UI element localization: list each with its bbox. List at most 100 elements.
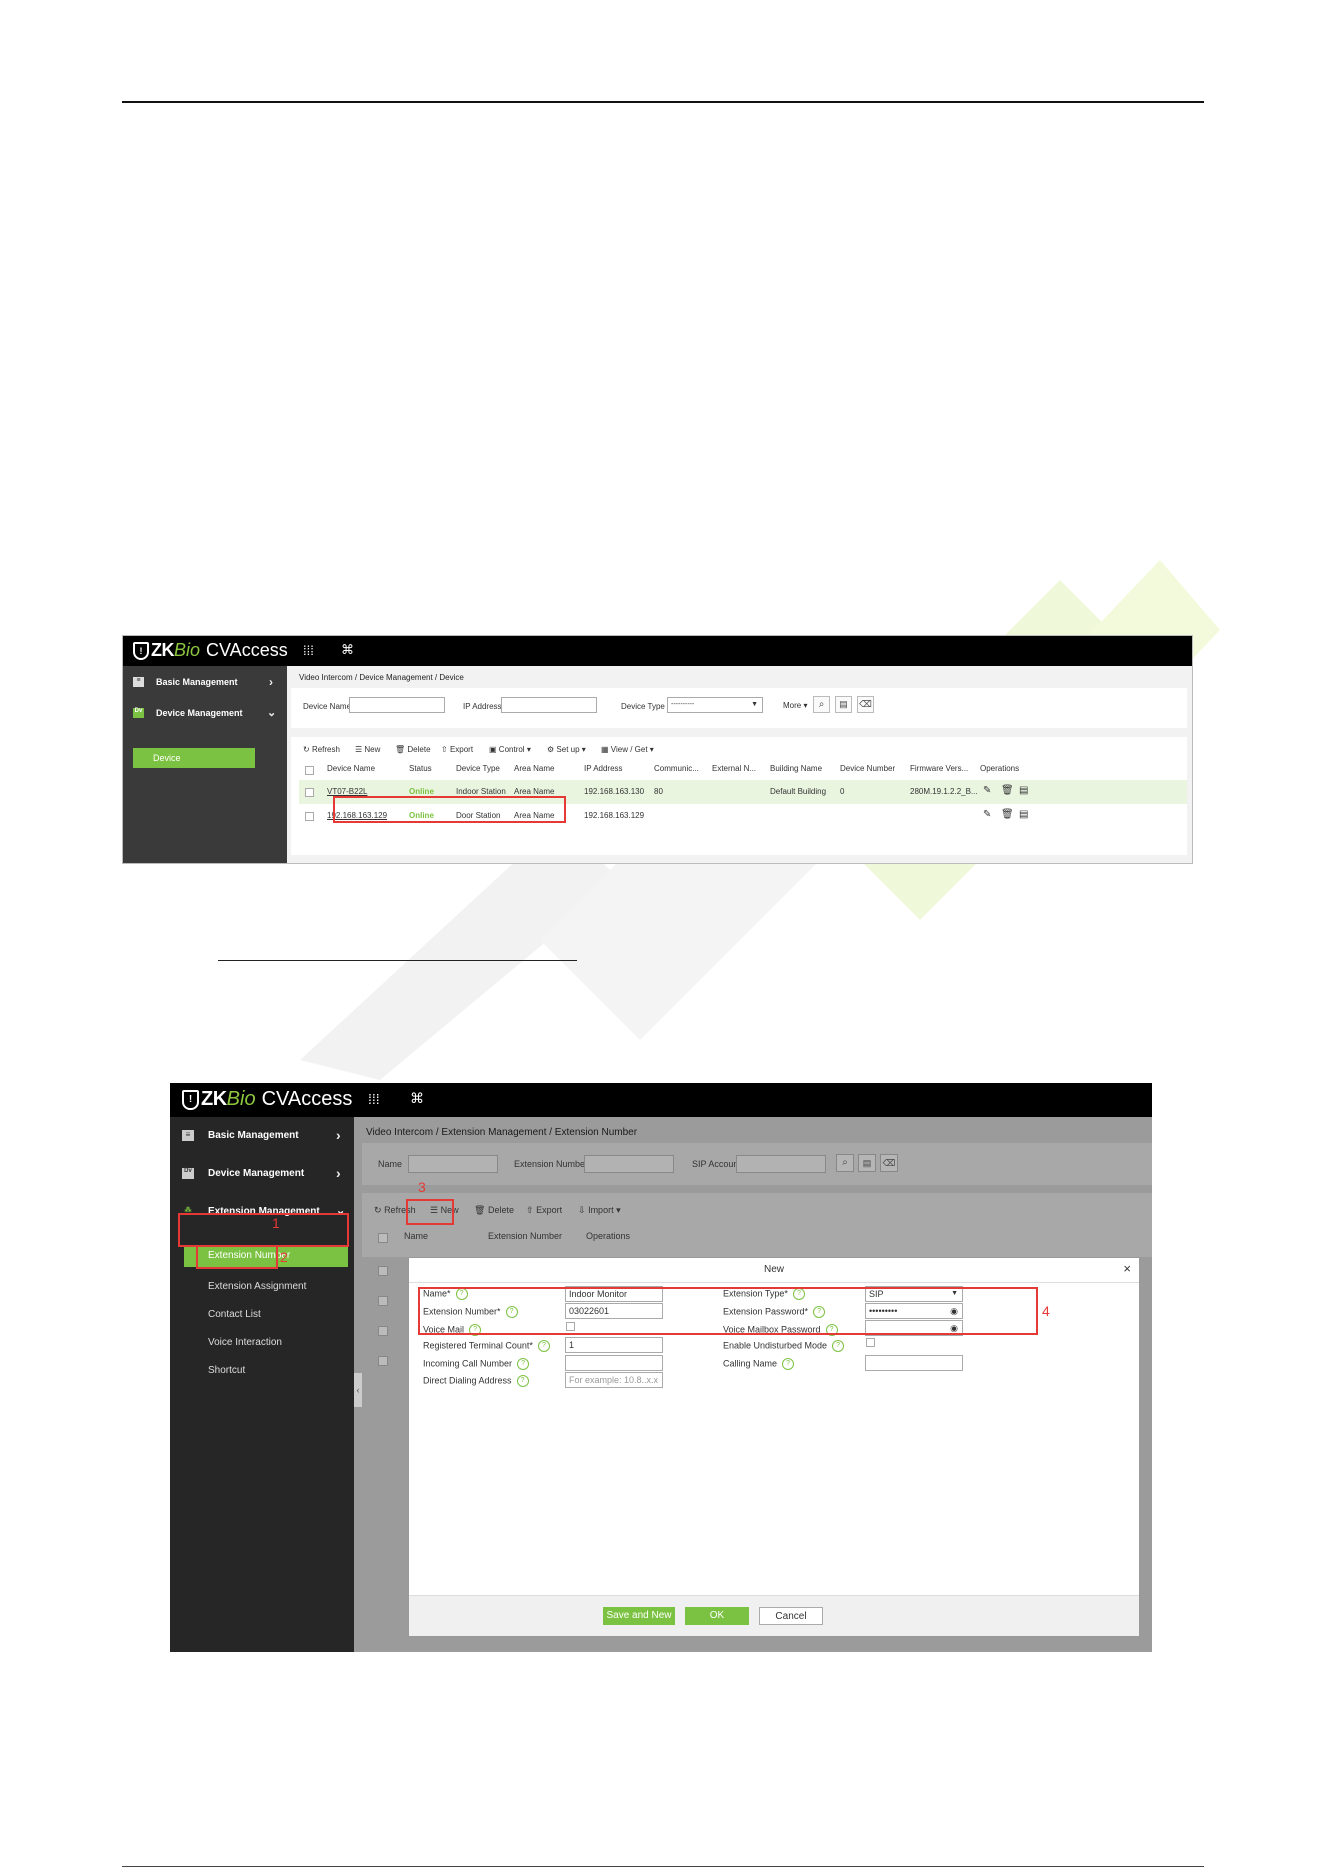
search-button[interactable]: ⌕ [836, 1154, 854, 1172]
help-icon[interactable]: ? [505, 1306, 518, 1318]
table-row[interactable]: 192.168.163.129 Online Door Station Area… [299, 804, 1187, 828]
voice-mail-checkbox[interactable] [566, 1322, 575, 1331]
device-name-link[interactable]: VT07-B22L [327, 787, 367, 796]
sidebar-item-device-management[interactable]: Dv Device Management › [170, 1163, 354, 1189]
control-button[interactable]: ▣ Control ▾ [489, 745, 531, 754]
eye-icon[interactable]: ◉ [950, 1321, 958, 1335]
refresh-button[interactable]: ↻ Refresh [303, 745, 340, 754]
advanced-search-button[interactable]: ▤ [835, 696, 852, 713]
advanced-search-button[interactable]: ▤ [858, 1154, 876, 1172]
export-button[interactable]: ⇧ Export [441, 745, 473, 754]
column-header[interactable]: Extension Number [488, 1231, 562, 1241]
help-icon[interactable]: ? [537, 1340, 550, 1352]
help-icon[interactable]: ? [782, 1358, 795, 1370]
sidebar-item-shortcut[interactable]: Shortcut [208, 1365, 245, 1376]
row-checkbox[interactable] [378, 1296, 388, 1306]
trash-icon[interactable]: 🗑 [1001, 809, 1014, 820]
name-input[interactable]: Indoor Monitor [565, 1286, 663, 1302]
registered-terminal-count-input[interactable]: 1 [565, 1337, 663, 1353]
clear-button[interactable]: ⌫ [880, 1154, 898, 1172]
set-up-button[interactable]: ⚙ Set up ▾ [547, 745, 586, 754]
row-checkbox[interactable] [378, 1326, 388, 1336]
grid-icon[interactable]: ⁞⁞⁞ [303, 643, 314, 658]
column-header[interactable]: Building Name [770, 764, 822, 773]
view-get-button[interactable]: ▦ View / Get ▾ [601, 745, 654, 754]
column-header[interactable]: Communic... [654, 764, 699, 773]
sidebar-item-device-management[interactable]: Dv Device Management ⌄ [123, 706, 287, 728]
delete-button[interactable]: 🗑 Delete [474, 1205, 514, 1216]
trash-icon[interactable]: 🗑 [1001, 785, 1014, 796]
chevron-right-icon: › [336, 1127, 341, 1143]
undisturbed-mode-checkbox[interactable] [866, 1338, 875, 1347]
search-button[interactable]: ⌕ [813, 696, 830, 713]
column-header[interactable]: Name [404, 1231, 428, 1241]
table-row[interactable]: VT07-B22L Online Indoor Station Area Nam… [299, 780, 1187, 804]
new-button[interactable]: ☰ New [355, 745, 380, 754]
column-header[interactable]: Device Name [327, 764, 375, 773]
device-name-input[interactable] [349, 697, 445, 713]
export-button[interactable]: ⇧ Export [526, 1205, 562, 1216]
refresh-button[interactable]: ↻ Refresh [374, 1205, 416, 1216]
view-icon[interactable]: ▤ [1019, 809, 1028, 820]
help-icon[interactable]: ? [792, 1288, 805, 1300]
edit-icon[interactable]: ✎ [983, 809, 991, 820]
help-icon[interactable]: ? [517, 1358, 530, 1370]
grid-icon[interactable]: ⁞⁞⁞ [368, 1091, 380, 1107]
edit-icon[interactable]: ✎ [983, 785, 991, 796]
sidebar-item-extension-management[interactable]: ⁂ Extension Management ⌄ [170, 1201, 354, 1227]
help-icon[interactable]: ? [832, 1340, 845, 1352]
help-icon[interactable]: ? [469, 1324, 482, 1336]
row-checkbox[interactable] [378, 1266, 388, 1276]
save-and-new-button[interactable]: Save and New [603, 1607, 675, 1625]
direct-dialing-address-input[interactable]: For example: 10.8..x.x [565, 1372, 663, 1388]
column-header[interactable]: Area Name [514, 764, 554, 773]
sip-account-input[interactable] [736, 1155, 826, 1173]
name-input[interactable] [408, 1155, 498, 1173]
column-header[interactable]: Status [409, 764, 432, 773]
column-header[interactable]: Device Type [456, 764, 500, 773]
view-icon[interactable]: ▤ [1019, 785, 1028, 796]
voice-mailbox-password-input[interactable]: ◉ [865, 1320, 963, 1336]
eye-icon[interactable]: ◉ [950, 1304, 958, 1318]
extension-number-input[interactable]: 03022601 [565, 1303, 663, 1319]
close-icon[interactable]: × [1123, 1261, 1131, 1276]
column-header[interactable]: Firmware Vers... [910, 764, 968, 773]
extension-type-select[interactable]: SIP ▼ [865, 1286, 963, 1302]
command-icon[interactable]: ⌘ [410, 1090, 424, 1107]
sidebar-item-extension-number[interactable]: Extension Number [184, 1245, 348, 1267]
select-all-checkbox[interactable] [305, 766, 314, 775]
sidebar-item-voice-interaction[interactable]: Voice Interaction [208, 1337, 282, 1348]
delete-button[interactable]: 🗑 Delete [395, 745, 431, 754]
extension-number-input[interactable] [584, 1155, 674, 1173]
cancel-button[interactable]: Cancel [759, 1607, 823, 1625]
command-icon[interactable]: ⌘ [341, 642, 354, 658]
sidebar-item-basic-management[interactable]: ≡ Basic Management › [170, 1125, 354, 1151]
help-icon[interactable]: ? [813, 1306, 826, 1318]
row-checkbox[interactable] [305, 788, 314, 797]
row-checkbox[interactable] [378, 1356, 388, 1366]
sidebar-item-basic-management[interactable]: ≡ Basic Management › [123, 675, 287, 697]
collapse-sidebar-handle[interactable]: ‹ [354, 1373, 362, 1407]
help-icon[interactable]: ? [455, 1288, 468, 1300]
sidebar-item-contact-list[interactable]: Contact List [208, 1309, 261, 1320]
column-header[interactable]: External N... [712, 764, 756, 773]
device-type-select[interactable]: ---------- ▼ [667, 697, 763, 713]
sidebar-item-device[interactable]: Device [133, 748, 255, 768]
import-button[interactable]: ⇩ Import ▾ [578, 1205, 621, 1216]
extension-password-input[interactable]: ••••••••• ◉ [865, 1303, 963, 1319]
incoming-call-number-input[interactable] [565, 1355, 663, 1371]
sidebar-item-extension-assignment[interactable]: Extension Assignment [208, 1281, 306, 1292]
more-button[interactable]: More ▾ [783, 701, 807, 710]
calling-name-input[interactable] [865, 1355, 963, 1371]
ok-button[interactable]: OK [685, 1607, 749, 1625]
row-checkbox[interactable] [305, 812, 314, 821]
select-all-checkbox[interactable] [378, 1233, 388, 1243]
help-icon[interactable]: ? [516, 1375, 529, 1387]
column-header[interactable]: IP Address [584, 764, 623, 773]
ip-address-input[interactable] [501, 697, 597, 713]
new-button[interactable]: ☰ New [430, 1205, 459, 1216]
clear-button[interactable]: ⌫ [857, 696, 874, 713]
column-header[interactable]: Device Number [840, 764, 895, 773]
help-icon[interactable]: ? [825, 1324, 838, 1336]
device-name-link[interactable]: 192.168.163.129 [327, 811, 387, 820]
